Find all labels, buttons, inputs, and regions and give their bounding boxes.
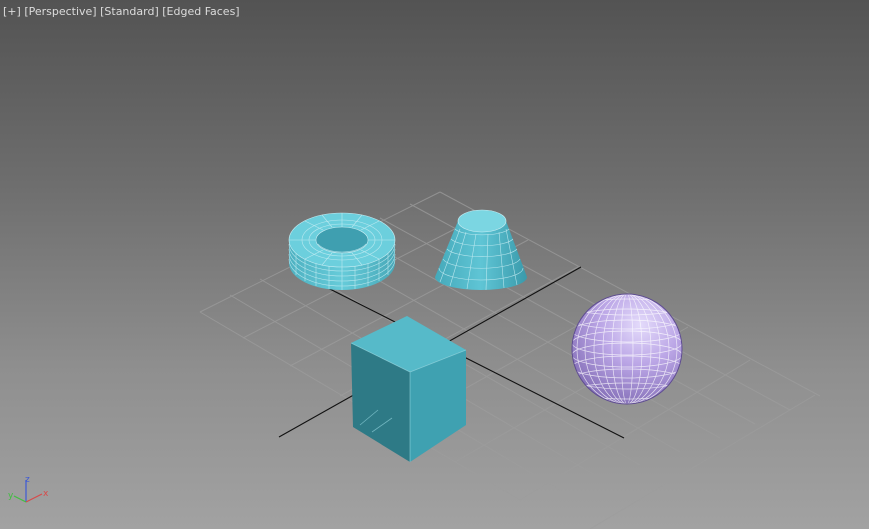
z-axis-label: z: [25, 475, 30, 485]
sphere-object[interactable]: [571, 293, 683, 405]
x-axis-label: x: [43, 489, 49, 499]
box-object[interactable]: [350, 316, 467, 462]
axis-tripod-gizmo: z x y: [8, 475, 49, 503]
y-axis-line: [13, 495, 27, 503]
x-axis-line: [25, 493, 43, 503]
torus-object[interactable]: [288, 212, 396, 290]
y-axis-label: y: [8, 491, 14, 501]
perspective-viewport[interactable]: [+] [Perspective] [Standard] [Edged Face…: [0, 0, 869, 529]
cone-object[interactable]: [435, 209, 527, 291]
scene-canvas[interactable]: [0, 0, 869, 529]
